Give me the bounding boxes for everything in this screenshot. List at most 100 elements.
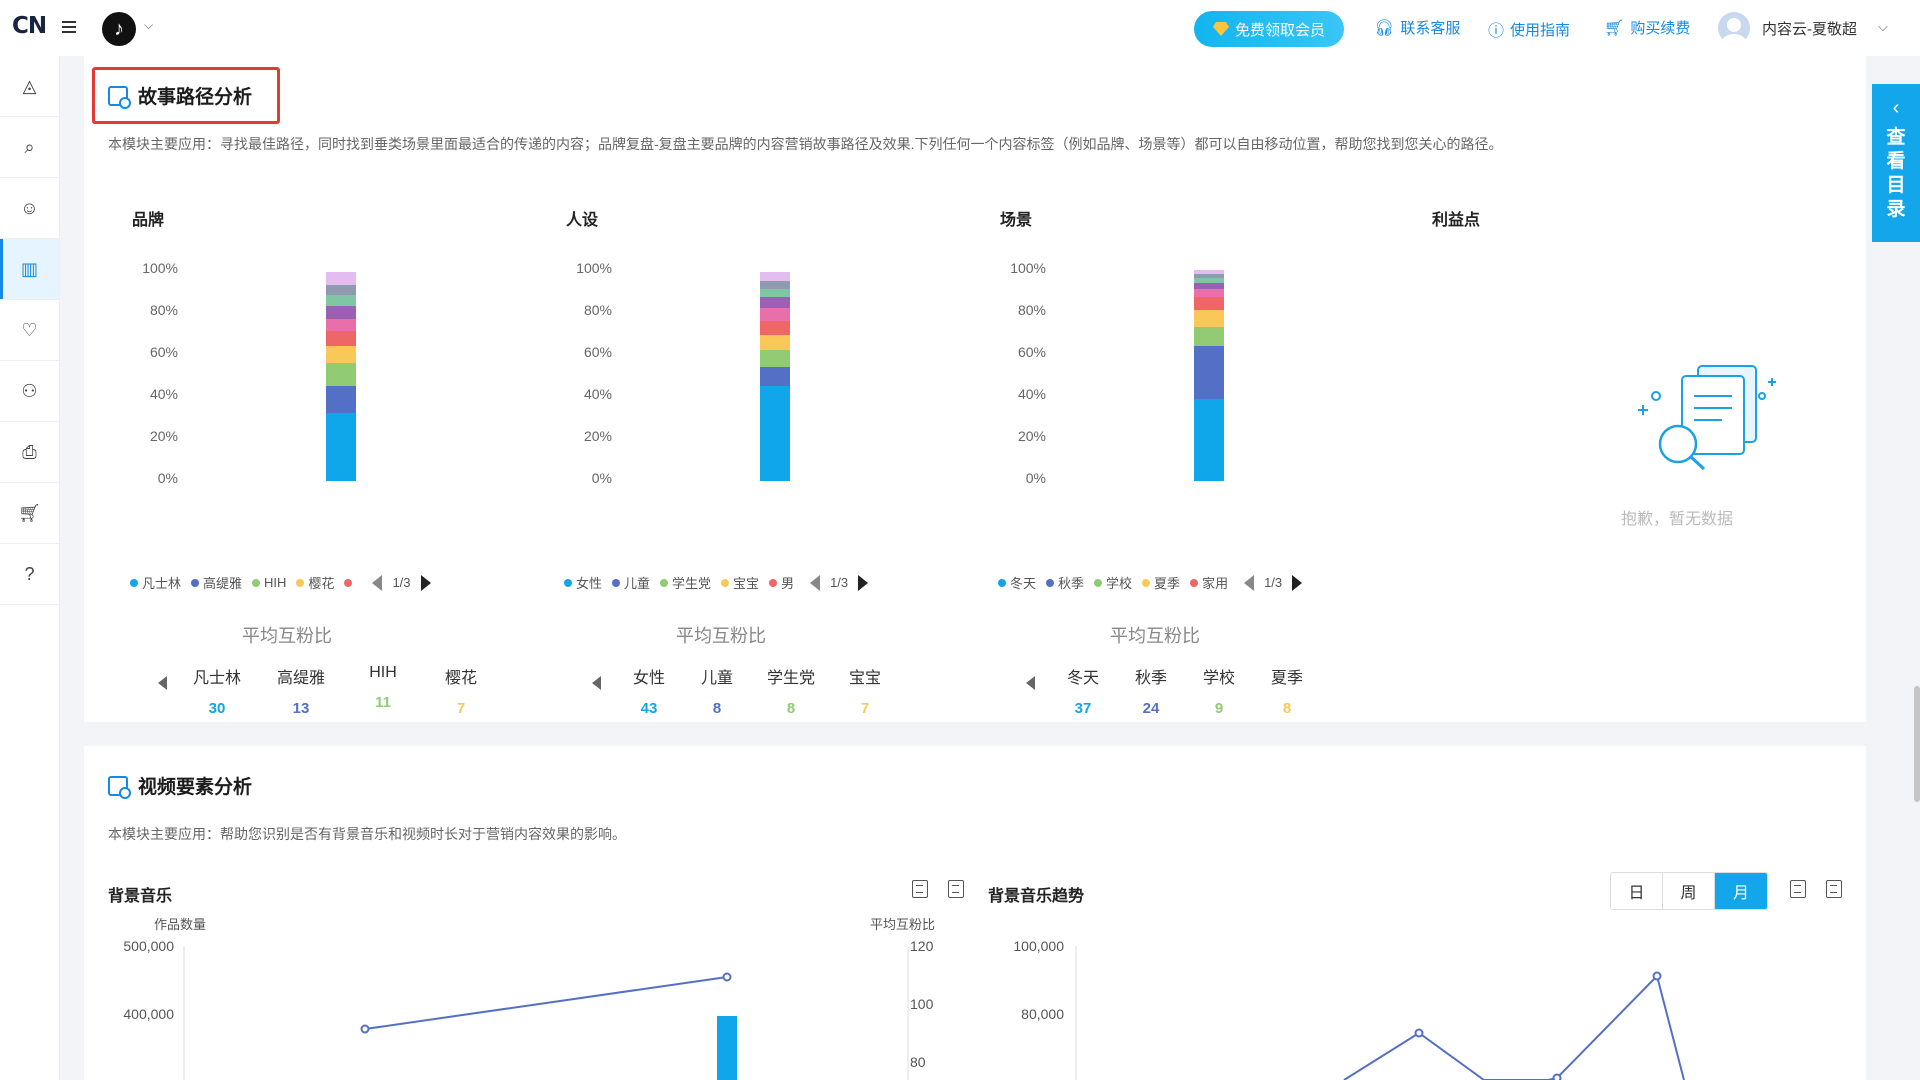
tiktok-icon[interactable]: ♪ <box>102 12 136 46</box>
bar-segment[interactable] <box>326 284 356 296</box>
legend-item[interactable]: 女性 <box>564 573 602 592</box>
sidebar-item-download-doc[interactable]: ⎙ <box>0 422 59 483</box>
customer-service-link[interactable]: 🎧︎ 联系客服 <box>1374 17 1460 38</box>
bar-segment[interactable] <box>326 331 356 346</box>
user-guide-link[interactable]: ⓘ 使用指南 <box>1488 17 1570 41</box>
sidebar-item-search-analysis[interactable]: ⌕ <box>0 117 59 178</box>
sidebar-item-person[interactable]: ⚇ <box>0 361 59 422</box>
bar-segment[interactable] <box>760 289 790 298</box>
legend-next-page-icon[interactable] <box>1292 574 1303 591</box>
bgm-combo-chart <box>183 946 909 1080</box>
bar-segment[interactable] <box>326 295 356 306</box>
bar-chart-icon: ▥ <box>20 258 38 279</box>
y-tick-label: 100% <box>576 260 612 276</box>
directory-tab[interactable]: ‹ 查看目录 <box>1872 84 1920 242</box>
user-name[interactable]: 内容云-夏敬超 <box>1762 18 1857 39</box>
legend-dot-icon <box>296 578 305 587</box>
bar-segment[interactable] <box>1194 345 1224 399</box>
bar-segment[interactable] <box>760 320 790 336</box>
sidebar-item-overview[interactable]: ◬ <box>0 56 59 117</box>
bar-segment[interactable] <box>326 305 356 319</box>
bar-segment[interactable] <box>760 350 790 368</box>
bar-segment[interactable] <box>1194 297 1224 311</box>
bar-segment[interactable] <box>326 345 356 363</box>
avg-ratio-label: 宝宝 <box>848 670 881 687</box>
chevron-left-icon: ‹ <box>1892 97 1900 119</box>
bar-segment[interactable] <box>760 386 790 481</box>
user-menu-chevron-icon[interactable]: ⌵ <box>1878 19 1888 35</box>
legend-item[interactable]: 男 <box>769 573 794 592</box>
sidebar-item-bar-chart[interactable]: ▥ <box>0 239 59 300</box>
legend-dot-icon <box>344 578 353 587</box>
legend-next-page-icon[interactable] <box>420 574 431 591</box>
avg-ratio-item: 高缇雅 13 <box>266 664 336 717</box>
legend-next-page-icon[interactable] <box>858 574 869 591</box>
avg-prev-icon[interactable] <box>1026 676 1035 690</box>
bar-segment[interactable] <box>326 362 356 387</box>
scrollbar-thumb[interactable] <box>1914 686 1920 802</box>
avg-ratio-title: 平均互粉比 <box>676 626 766 646</box>
logo[interactable]: CN <box>12 13 47 39</box>
legend-item[interactable] <box>344 578 356 587</box>
bar-segment[interactable] <box>326 386 356 414</box>
legend-item[interactable]: 冬天 <box>998 573 1036 592</box>
bgm-trend-point <box>1414 1028 1424 1038</box>
bar-segment[interactable] <box>1194 289 1224 298</box>
avg-ratio-item: 凡士林 30 <box>182 664 252 717</box>
bar-segment[interactable] <box>760 335 790 351</box>
legend-prev-page-icon[interactable] <box>1244 574 1255 591</box>
sidebar-item-cart[interactable]: 🛒︎ <box>0 483 59 544</box>
stacked-bar[interactable] <box>326 272 356 481</box>
highlight-box <box>92 67 280 124</box>
avg-ratio-label: 学校 <box>1202 670 1235 687</box>
bar-segment[interactable] <box>760 272 790 281</box>
free-vip-button[interactable]: 免费领取会员 <box>1194 11 1344 47</box>
legend-dot-icon <box>1046 578 1055 587</box>
bar-segment[interactable] <box>760 367 790 387</box>
bar-segment[interactable] <box>326 272 356 285</box>
bar-segment[interactable] <box>1194 398 1224 481</box>
legend-item[interactable]: 家用 <box>1190 573 1228 592</box>
sidebar-item-face-search[interactable]: ☺ <box>0 178 59 239</box>
bar-segment[interactable] <box>760 297 790 308</box>
legend-dot-icon <box>1094 578 1103 587</box>
legend-prev-page-icon[interactable] <box>810 574 821 591</box>
avg-prev-icon[interactable] <box>158 676 167 690</box>
story-column-2: 场景 100% 80% 60% 40% 20% 0% 冬天 秋季 学校 夏季 家用 1/3 平均互粉比 冬天… <box>976 206 1406 717</box>
chart-legend: 冬天 秋季 学校 夏季 家用 1/3 <box>998 573 1303 592</box>
avg-prev-icon[interactable] <box>592 676 601 690</box>
legend-item[interactable]: 樱花 <box>296 573 334 592</box>
bar-segment[interactable] <box>326 318 356 332</box>
legend-item[interactable]: 宝宝 <box>721 573 759 592</box>
avatar[interactable] <box>1718 12 1750 44</box>
legend-item[interactable]: 学校 <box>1094 573 1132 592</box>
legend-dot-icon <box>130 578 138 587</box>
stacked-bar[interactable] <box>760 272 790 481</box>
legend-item[interactable]: 凡士林 <box>130 573 181 592</box>
legend-item[interactable]: 秋季 <box>1046 573 1084 592</box>
legend-item[interactable]: 学生党 <box>660 573 711 592</box>
legend-item[interactable]: 夏季 <box>1142 573 1180 592</box>
purchase-link[interactable]: 🛒︎ 购买续费 <box>1604 17 1690 38</box>
sidebar-item-heartbeat[interactable]: ♡ <box>0 300 59 361</box>
bar-segment[interactable] <box>760 280 790 290</box>
bar-segment[interactable] <box>760 308 790 321</box>
legend-item[interactable]: 儿童 <box>612 573 650 592</box>
bar-segment[interactable] <box>1194 326 1224 346</box>
bar-segment[interactable] <box>1194 310 1224 327</box>
legend-item[interactable]: 高缇雅 <box>191 573 242 592</box>
legend-label: 宝宝 <box>733 576 760 591</box>
sidebar-item-help[interactable]: ? <box>0 544 59 605</box>
bar-segment[interactable] <box>326 413 356 481</box>
chevron-down-icon[interactable]: ⌵ <box>144 18 153 33</box>
avg-ratio-label: 樱花 <box>444 670 477 687</box>
menu-icon[interactable] <box>62 21 76 33</box>
legend-label: 儿童 <box>624 576 651 591</box>
free-vip-label: 免费领取会员 <box>1234 21 1325 39</box>
legend-prev-page-icon[interactable] <box>372 574 383 591</box>
legend-item[interactable]: HIH <box>252 575 286 590</box>
legend-label: 冬天 <box>1010 576 1037 591</box>
avg-ratio-label: 秋季 <box>1134 670 1167 687</box>
stacked-bar[interactable] <box>1194 270 1224 481</box>
legend-dot-icon <box>660 578 669 587</box>
